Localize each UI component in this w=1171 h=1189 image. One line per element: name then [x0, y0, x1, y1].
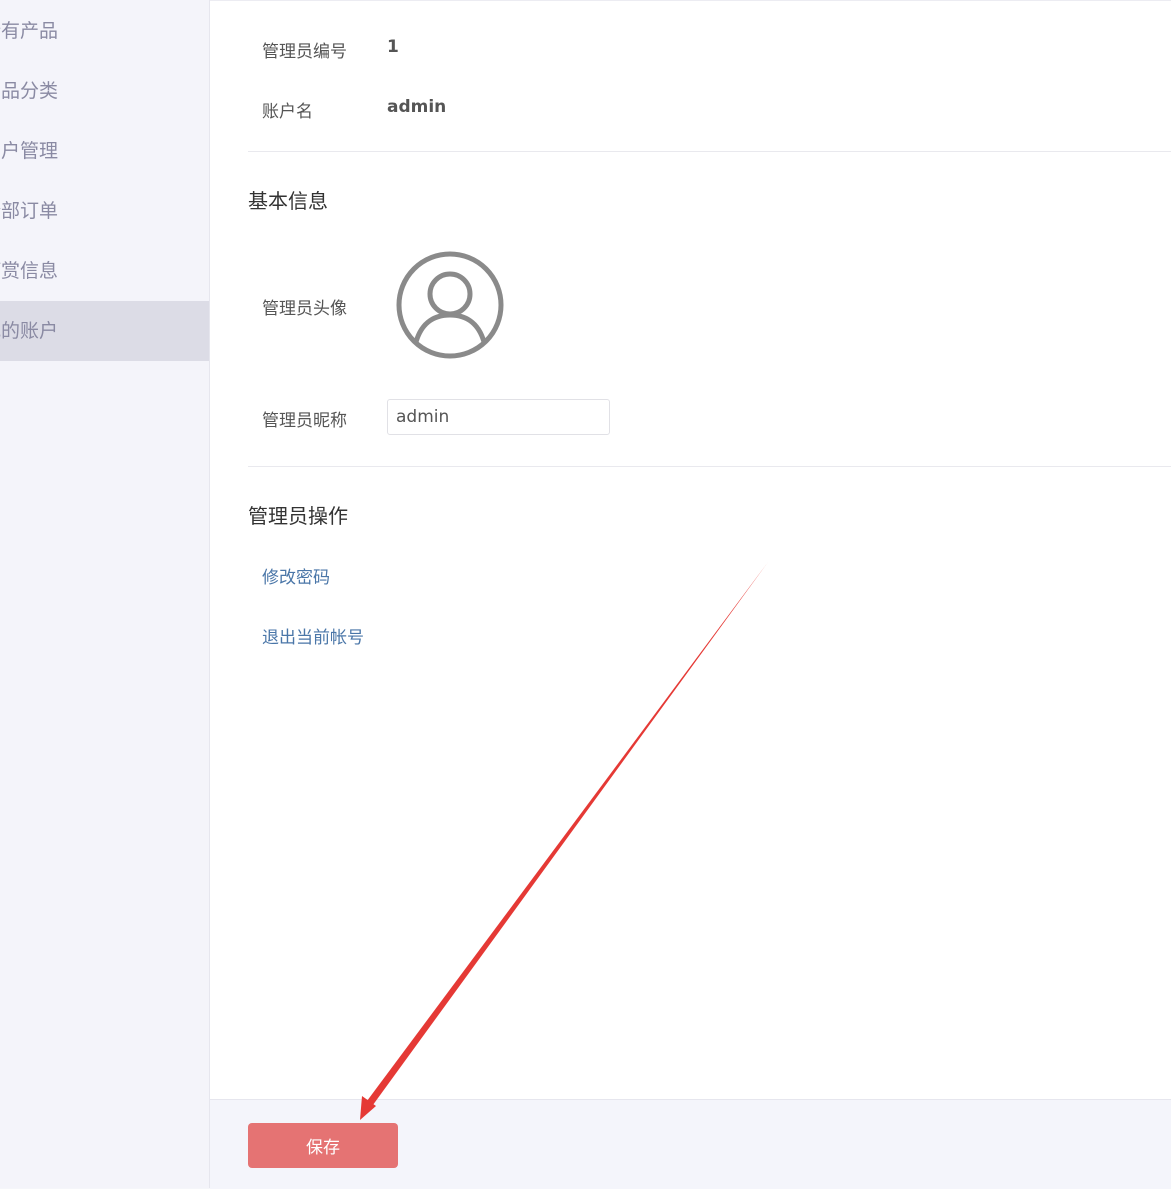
admin-id-value: 1 — [387, 37, 399, 57]
sidebar-item-label: 打赏信息 — [0, 260, 59, 282]
footer-bar: 保存 — [210, 1099, 1171, 1189]
nickname-label: 管理员昵称 — [262, 411, 347, 431]
change-password-link[interactable]: 修改密码 — [262, 563, 330, 588]
divider — [248, 466, 1171, 467]
username-value: admin — [387, 97, 447, 117]
sidebar: 所有产品 产品分类 用户管理 全部订单 打赏信息 我的账户 — [0, 0, 210, 1188]
save-button[interactable]: 保存 — [248, 1123, 398, 1168]
logout-link[interactable]: 退出当前帐号 — [262, 623, 364, 648]
sidebar-item-all-products[interactable]: 所有产品 — [0, 1, 209, 61]
sidebar-item-label: 所有产品 — [0, 20, 59, 42]
sidebar-item-product-categories[interactable]: 产品分类 — [0, 61, 209, 121]
sidebar-item-label: 用户管理 — [0, 140, 59, 162]
username-label: 账户名 — [262, 102, 313, 122]
account-panel: 管理员编号 1 账户名 admin 基本信息 管理员头像 管理员昵称 管理员操作… — [210, 0, 1171, 1100]
user-avatar-icon — [396, 251, 504, 359]
nickname-input[interactable] — [387, 399, 610, 435]
avatar-label: 管理员头像 — [262, 299, 347, 319]
basic-info-title: 基本信息 — [248, 189, 328, 213]
admin-operations-title: 管理员操作 — [248, 504, 348, 528]
sidebar-item-tips[interactable]: 打赏信息 — [0, 241, 209, 301]
divider — [248, 151, 1171, 152]
sidebar-item-my-account[interactable]: 我的账户 — [0, 301, 209, 361]
sidebar-item-all-orders[interactable]: 全部订单 — [0, 181, 209, 241]
sidebar-item-label: 产品分类 — [0, 80, 59, 102]
avatar[interactable] — [396, 251, 504, 359]
sidebar-item-user-management[interactable]: 用户管理 — [0, 121, 209, 181]
admin-id-label: 管理员编号 — [262, 42, 347, 62]
sidebar-item-label: 全部订单 — [0, 200, 59, 222]
sidebar-item-label: 我的账户 — [0, 320, 59, 342]
